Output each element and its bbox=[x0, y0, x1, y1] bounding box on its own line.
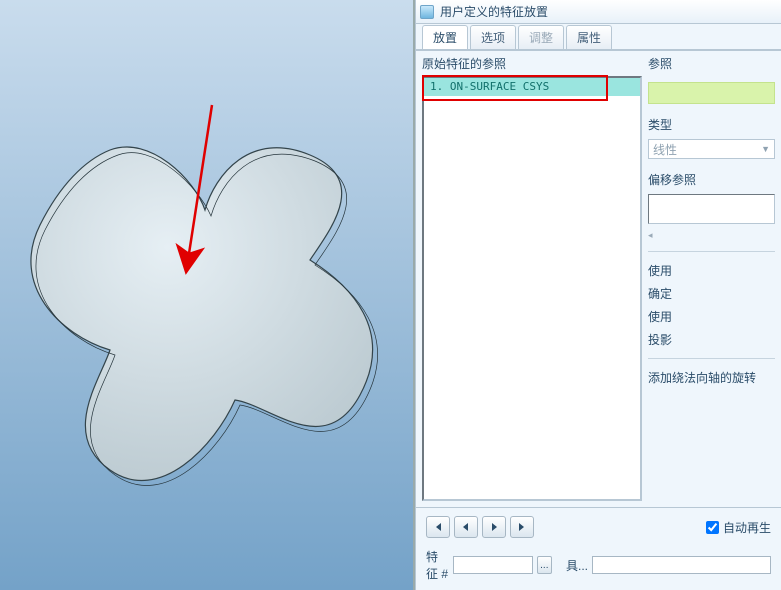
label-offset-refs: 偏移参照 bbox=[648, 165, 775, 188]
prev-icon bbox=[461, 522, 471, 532]
label-projection: 投影 bbox=[648, 331, 775, 348]
nav-last-button[interactable] bbox=[510, 516, 534, 538]
auto-regen-label: 自动再生 bbox=[723, 519, 771, 536]
detail-label: 具... bbox=[566, 557, 588, 574]
auto-regen-row[interactable]: 自动再生 bbox=[706, 519, 771, 536]
tab-attributes[interactable]: 属性 bbox=[566, 25, 612, 49]
reference-collector[interactable] bbox=[648, 82, 775, 104]
auto-regen-checkbox[interactable] bbox=[706, 521, 719, 534]
divider bbox=[648, 358, 775, 359]
window-icon bbox=[420, 5, 434, 19]
last-icon bbox=[517, 522, 527, 532]
tab-strip: 放置 选项 调整 属性 bbox=[416, 24, 781, 50]
feature-placement-panel: 用户定义的特征放置 放置 选项 调整 属性 原始特征的参照 1. ON-SURF… bbox=[415, 0, 781, 590]
chevron-down-icon: ▼ bbox=[761, 144, 770, 154]
model-shape bbox=[0, 0, 415, 590]
feature-picker-button[interactable]: ... bbox=[537, 556, 552, 574]
label-type: 类型 bbox=[648, 110, 775, 133]
original-refs-list[interactable]: 1. ON-SURFACE CSYS bbox=[422, 76, 642, 501]
panel-bottom: 自动再生 特征 # ... 具... bbox=[416, 507, 781, 590]
next-icon bbox=[489, 522, 499, 532]
label-original-refs: 原始特征的参照 bbox=[422, 55, 642, 72]
feature-number-label: 特征 # bbox=[426, 548, 449, 582]
scroll-left-icon: ◂ bbox=[648, 230, 775, 241]
tab-placement[interactable]: 放置 bbox=[422, 25, 468, 49]
label-confirm: 确定 bbox=[648, 285, 775, 302]
label-refs: 参照 bbox=[648, 55, 775, 72]
first-icon bbox=[433, 522, 443, 532]
feature-nav bbox=[426, 516, 534, 538]
panel-body: 原始特征的参照 1. ON-SURFACE CSYS 参照 类型 线性 ▼ 偏移… bbox=[416, 50, 781, 507]
feature-number-input[interactable] bbox=[453, 556, 533, 574]
nav-prev-button[interactable] bbox=[454, 516, 478, 538]
panel-title: 用户定义的特征放置 bbox=[440, 3, 548, 20]
nav-first-button[interactable] bbox=[426, 516, 450, 538]
panel-titlebar[interactable]: 用户定义的特征放置 bbox=[416, 0, 781, 24]
type-dropdown[interactable]: 线性 ▼ bbox=[648, 139, 775, 159]
detail-input[interactable] bbox=[592, 556, 771, 574]
offset-refs-area[interactable] bbox=[648, 194, 775, 224]
label-use2: 使用 bbox=[648, 308, 775, 325]
label-use1: 使用 bbox=[648, 262, 775, 279]
model-viewport[interactable] bbox=[0, 0, 415, 590]
type-value: 线性 bbox=[653, 141, 677, 158]
list-item[interactable]: 1. ON-SURFACE CSYS bbox=[424, 78, 640, 96]
divider bbox=[648, 251, 775, 252]
nav-next-button[interactable] bbox=[482, 516, 506, 538]
tab-adjust: 调整 bbox=[518, 25, 564, 49]
tab-options[interactable]: 选项 bbox=[470, 25, 516, 49]
label-add-rotation: 添加绕法向轴的旋转 bbox=[648, 369, 775, 386]
